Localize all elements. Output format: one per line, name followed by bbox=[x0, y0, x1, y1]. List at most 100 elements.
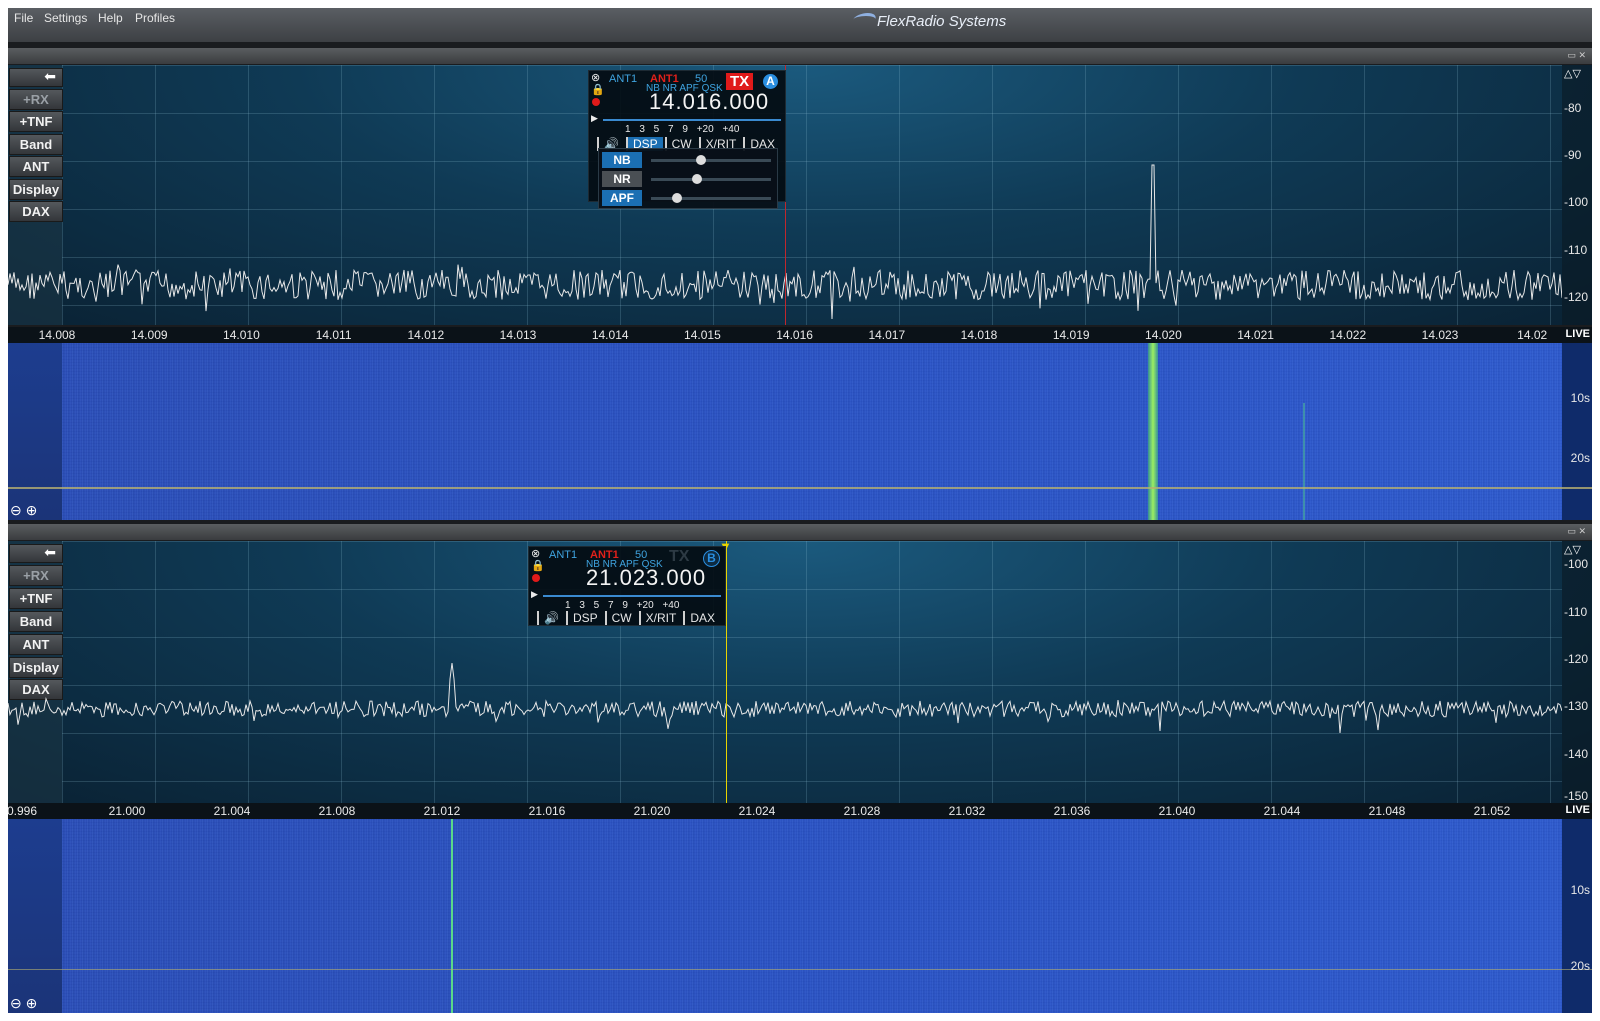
frequency-label: 21.032 bbox=[948, 804, 986, 818]
frequency-label: 21.004 bbox=[213, 804, 251, 818]
db-label: -110 bbox=[1564, 243, 1588, 257]
waterfall-time-marker bbox=[8, 487, 1592, 489]
slider-knob[interactable] bbox=[672, 193, 683, 203]
waterfall-right-margin bbox=[1562, 343, 1592, 520]
waterfall-a[interactable]: 10s 20s ⊖ ⊕ bbox=[8, 343, 1592, 520]
tab-dsp[interactable]: DSP bbox=[565, 611, 603, 625]
apf-slider[interactable] bbox=[651, 193, 771, 203]
db-label: -90 bbox=[1564, 148, 1582, 162]
time-label: 20s bbox=[1570, 451, 1590, 465]
waterfall-noise bbox=[62, 819, 1562, 1013]
waterfall-left-margin bbox=[8, 819, 62, 1013]
nr-button[interactable]: NR bbox=[602, 171, 642, 187]
waterfall-noise bbox=[62, 343, 1562, 520]
db-label: -120 bbox=[1564, 652, 1589, 666]
db-label: -120 bbox=[1564, 290, 1589, 304]
menu-file[interactable]: File bbox=[14, 11, 33, 25]
menu-profiles[interactable]: Profiles bbox=[135, 11, 175, 25]
flexradio-window: File Settings Help Profiles FlexRadio Sy… bbox=[8, 8, 1592, 1013]
time-label: 10s bbox=[1570, 391, 1590, 405]
frequency-label: 14.014 bbox=[591, 328, 629, 342]
panadapter-a-titlebar: ▭ ✕ bbox=[8, 48, 1592, 64]
slider-knob[interactable] bbox=[696, 155, 707, 165]
tab-cw[interactable]: CW bbox=[604, 611, 637, 625]
tab-dax[interactable]: DAX bbox=[683, 611, 720, 625]
menu-settings[interactable]: Settings bbox=[44, 11, 87, 25]
frequency-label: 14.018 bbox=[960, 328, 998, 342]
waterfall-b[interactable]: 10s 20s ⊖ ⊕ bbox=[8, 819, 1592, 1013]
menu-help[interactable]: Help bbox=[98, 11, 123, 25]
scale-arrows-icon[interactable]: △▽ bbox=[1564, 67, 1581, 80]
panadapter-b-titlebar: ▭ ✕ bbox=[8, 524, 1592, 540]
frequency-label: 21.048 bbox=[1368, 804, 1406, 818]
dsp-panel: NB NR APF bbox=[598, 148, 778, 209]
db-scale-b[interactable]: △▽ -100 -110 -120 -130 -140 -150 bbox=[1562, 541, 1592, 803]
frequency-label: 14.011 bbox=[315, 328, 352, 342]
rx-antenna[interactable]: ANT1 bbox=[549, 549, 577, 561]
lock-icon[interactable]: 🔒 bbox=[591, 83, 605, 96]
db-label: -100 bbox=[1564, 195, 1589, 209]
time-label: 20s bbox=[1570, 959, 1590, 973]
spectrum-b[interactable]: ⬅ +RX +TNF Band ANT Display DAX ▼ △▽ -10… bbox=[8, 541, 1592, 803]
live-indicator[interactable]: LIVE bbox=[1566, 804, 1590, 816]
frequency-label: 14.010 bbox=[223, 328, 260, 342]
frequency-label: 21.028 bbox=[843, 804, 881, 818]
tab-xrit[interactable]: X/RIT bbox=[638, 611, 682, 625]
frequency-label: 14.016 bbox=[776, 328, 813, 342]
play-icon[interactable]: ▶ bbox=[531, 589, 538, 600]
nr-slider[interactable] bbox=[651, 174, 771, 184]
lock-icon[interactable]: 🔒 bbox=[531, 559, 545, 572]
spectrum-trace-b bbox=[8, 662, 1562, 734]
zoom-controls-icon[interactable]: ⊖ ⊕ bbox=[10, 995, 37, 1012]
db-label: -150 bbox=[1564, 789, 1589, 803]
frequency-label: 21.044 bbox=[1263, 804, 1301, 818]
zoom-controls-icon[interactable]: ⊖ ⊕ bbox=[10, 502, 37, 519]
frequency-label: 21.040 bbox=[1158, 804, 1196, 818]
play-icon[interactable]: ▶ bbox=[591, 113, 598, 124]
live-indicator[interactable]: LIVE bbox=[1566, 328, 1590, 340]
db-scale-a[interactable]: △▽ -80 -90 -100 -110 -120 bbox=[1562, 65, 1592, 325]
frequency-label: 21.012 bbox=[423, 804, 461, 818]
frequency-label: 21.024 bbox=[738, 804, 776, 818]
nb-button[interactable]: NB bbox=[602, 152, 642, 168]
record-icon[interactable] bbox=[592, 98, 600, 106]
panadapter-a: ⬅ +RX +TNF Band ANT Display DAX △▽ -80 -… bbox=[8, 65, 1592, 520]
apf-button[interactable]: APF bbox=[602, 190, 642, 206]
tx-badge-inactive[interactable]: TX bbox=[669, 548, 689, 566]
slice-frequency[interactable]: 14.016.000 bbox=[649, 89, 769, 115]
frequency-label: 14.017 bbox=[868, 328, 906, 342]
panadapter-b: ⬅ +RX +TNF Band ANT Display DAX ▼ △▽ -10… bbox=[8, 541, 1592, 1013]
slice-b-frequency-marker[interactable] bbox=[726, 541, 727, 803]
s-meter-scale: 1 3 5 7 9 +20 +40 bbox=[565, 600, 680, 611]
time-label: 10s bbox=[1570, 883, 1590, 897]
db-label: -80 bbox=[1564, 101, 1582, 115]
frequency-axis-b[interactable]: LIVE 0.996 21.000 21.004 21.008 21.012 21.016… bbox=[8, 803, 1592, 819]
s-meter-bar bbox=[603, 119, 781, 121]
frequency-label: 14.023 bbox=[1421, 328, 1459, 342]
nb-slider[interactable] bbox=[651, 155, 771, 165]
slice-b-flag[interactable]: ⊗ 🔒 ▶ ANT1 ANT1 50 NB NR APF QSK TX B 21… bbox=[528, 546, 726, 626]
frequency-label: 14.021 bbox=[1237, 328, 1274, 342]
menu-bar: File Settings Help Profiles FlexRadio Sy… bbox=[8, 8, 1592, 42]
brand-text: FlexRadio Systems bbox=[877, 13, 1007, 30]
tx-badge[interactable]: TX bbox=[726, 73, 754, 90]
slider-knob[interactable] bbox=[691, 174, 702, 184]
record-icon[interactable] bbox=[532, 574, 540, 582]
slice-letter-a[interactable]: A bbox=[763, 74, 778, 89]
window-controls-icon[interactable]: ▭ ✕ bbox=[1567, 50, 1586, 61]
slice-frequency[interactable]: 21.023.000 bbox=[586, 565, 706, 591]
swoosh-icon bbox=[849, 13, 879, 26]
audio-icon[interactable]: 🔊 bbox=[537, 611, 564, 625]
frequency-label: 21.052 bbox=[1473, 804, 1511, 818]
scale-arrows-icon[interactable]: △▽ bbox=[1564, 543, 1581, 556]
frequency-axis-a[interactable]: LIVE 14.008 14.009 14.010 14.011 14.012 14.01… bbox=[8, 327, 1592, 343]
frequency-label: 14.020 bbox=[1145, 328, 1182, 342]
waterfall-weak-signal bbox=[1303, 403, 1305, 520]
spectrum-a[interactable]: ⬅ +RX +TNF Band ANT Display DAX △▽ -80 -… bbox=[8, 65, 1592, 325]
db-label: -130 bbox=[1564, 699, 1589, 713]
db-label: -100 bbox=[1564, 557, 1589, 571]
rx-antenna[interactable]: ANT1 bbox=[609, 73, 637, 85]
frequency-label: 14.009 bbox=[130, 328, 168, 342]
frequency-label: 14.012 bbox=[407, 328, 445, 342]
window-controls-icon[interactable]: ▭ ✕ bbox=[1567, 526, 1586, 537]
